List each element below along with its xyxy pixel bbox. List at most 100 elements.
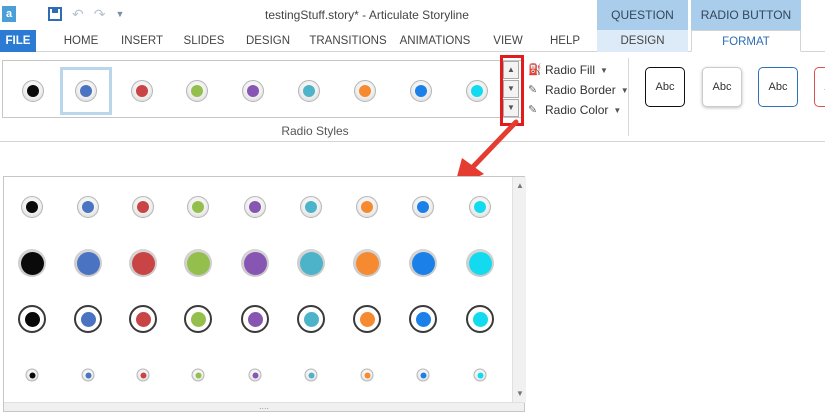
radio-style-ring[interactable]: [116, 292, 170, 346]
radio-fill-button[interactable]: ⛽ Radio Fill ▼: [528, 61, 608, 79]
ribbon-divider: [628, 58, 629, 136]
radio-preview: [412, 196, 434, 218]
radio-dot: [477, 372, 483, 378]
undo-icon[interactable]: ↶: [72, 6, 84, 22]
radio-style-small[interactable]: [340, 348, 394, 402]
radio-dot: [192, 201, 204, 213]
radio-style-thumb[interactable]: [7, 67, 59, 115]
radio-dot: [190, 311, 206, 327]
scroll-up-icon[interactable]: ▲: [513, 179, 527, 193]
radio-style-ring[interactable]: [61, 292, 115, 346]
radio-style-outline[interactable]: [396, 180, 450, 234]
radio-style-small[interactable]: [5, 348, 59, 402]
radio-style-filled[interactable]: [5, 236, 59, 290]
tab-format[interactable]: FORMAT: [691, 30, 801, 52]
radio-style-ring[interactable]: [5, 292, 59, 346]
radio-style-thumb[interactable]: [395, 67, 447, 115]
radio-style-ring[interactable]: [284, 292, 338, 346]
radio-style-outline[interactable]: [5, 180, 59, 234]
radio-style-outline[interactable]: [116, 180, 170, 234]
radio-color-button[interactable]: ✎ Radio Color ▼: [528, 101, 621, 119]
tab-insert[interactable]: INSERT: [115, 30, 169, 52]
radio-color-label: Radio Color: [545, 103, 609, 117]
radio-style-small[interactable]: [284, 348, 338, 402]
tab-question-design[interactable]: DESIGN: [597, 30, 688, 52]
radio-style-small[interactable]: [453, 348, 507, 402]
context-group-question-tools: QUESTION TOOLS: [597, 0, 688, 52]
radio-style-ring[interactable]: [340, 292, 394, 346]
tab-view[interactable]: VIEW: [488, 30, 528, 52]
radio-preview: [74, 249, 102, 277]
expanded-radio-styles-gallery: ▲ ▼ ....: [3, 176, 526, 412]
scroll-down-icon[interactable]: ▼: [513, 387, 527, 401]
radio-style-filled[interactable]: [171, 236, 225, 290]
radio-preview: [81, 368, 95, 382]
radio-dot: [364, 372, 370, 378]
radio-style-filled[interactable]: [284, 236, 338, 290]
radio-style-ring[interactable]: [228, 292, 282, 346]
radio-style-thumb[interactable]: [451, 67, 503, 115]
radio-style-filled[interactable]: [396, 236, 450, 290]
radio-preview: [466, 305, 494, 333]
save-icon[interactable]: [48, 7, 62, 21]
radio-style-outline[interactable]: [340, 180, 394, 234]
radio-style-outline[interactable]: [228, 180, 282, 234]
radio-style-ring[interactable]: [396, 292, 450, 346]
resize-grip[interactable]: ....: [4, 402, 524, 411]
radio-style-filled[interactable]: [116, 236, 170, 290]
storyline-window: a ↶ ↷ ▼ testingStuff.story* - Articulate…: [0, 0, 825, 416]
radio-style-small[interactable]: [116, 348, 170, 402]
radio-style-thumb[interactable]: [283, 67, 335, 115]
tab-home[interactable]: HOME: [52, 30, 110, 52]
tab-help[interactable]: HELP: [545, 30, 585, 52]
radio-dot: [420, 372, 426, 378]
radio-style-filled[interactable]: [453, 236, 507, 290]
tab-design[interactable]: DESIGN: [240, 30, 296, 52]
radio-dot: [472, 311, 488, 327]
radio-preview: [191, 368, 205, 382]
radio-style-filled[interactable]: [61, 236, 115, 290]
radio-style-thumb[interactable]: [171, 67, 223, 115]
shape-style-button[interactable]: Abc: [702, 67, 742, 107]
radio-dot: [252, 372, 258, 378]
radio-style-thumb[interactable]: [227, 67, 279, 115]
radio-style-ring[interactable]: [171, 292, 225, 346]
radio-style-thumb[interactable]: [339, 67, 391, 115]
group-label-radio-styles: Radio Styles: [281, 124, 349, 138]
radio-style-small[interactable]: [396, 348, 450, 402]
radio-style-ring[interactable]: [453, 292, 507, 346]
radio-dot: [308, 372, 314, 378]
radio-dot: [411, 251, 435, 275]
tab-animations[interactable]: ANIMATIONS: [396, 30, 474, 52]
radio-dot: [247, 311, 263, 327]
radio-dot: [85, 372, 91, 378]
radio-style-small[interactable]: [171, 348, 225, 402]
radio-style-thumb-selected[interactable]: [60, 67, 112, 115]
shape-style-button[interactable]: Abc: [645, 67, 685, 107]
radio-preview: [18, 305, 46, 333]
radio-style-thumb[interactable]: [116, 67, 168, 115]
radio-dot: [417, 201, 429, 213]
radio-style-filled[interactable]: [340, 236, 394, 290]
radio-style-outline[interactable]: [284, 180, 338, 234]
shape-style-button[interactable]: Abc: [814, 67, 825, 107]
tab-file[interactable]: FILE: [0, 30, 36, 52]
radio-dot: [355, 251, 379, 275]
radio-style-small[interactable]: [228, 348, 282, 402]
radio-dot: [140, 372, 146, 378]
chevron-down-icon: ▼: [600, 65, 608, 75]
gallery-scrollbar[interactable]: ▲ ▼: [512, 177, 526, 403]
radio-preview: [74, 305, 102, 333]
radio-border-button[interactable]: ✎ Radio Border ▼: [528, 81, 629, 99]
radio-style-small[interactable]: [61, 348, 115, 402]
radio-preview: [248, 368, 262, 382]
radio-style-outline[interactable]: [453, 180, 507, 234]
tab-transitions[interactable]: TRANSITIONS: [305, 30, 391, 52]
tab-slides[interactable]: SLIDES: [177, 30, 231, 52]
radio-style-outline[interactable]: [61, 180, 115, 234]
customize-qat-icon[interactable]: ▼: [115, 6, 124, 22]
redo-icon[interactable]: ↷: [94, 6, 106, 22]
radio-style-outline[interactable]: [171, 180, 225, 234]
radio-style-filled[interactable]: [228, 236, 282, 290]
shape-style-button[interactable]: Abc: [758, 67, 798, 107]
